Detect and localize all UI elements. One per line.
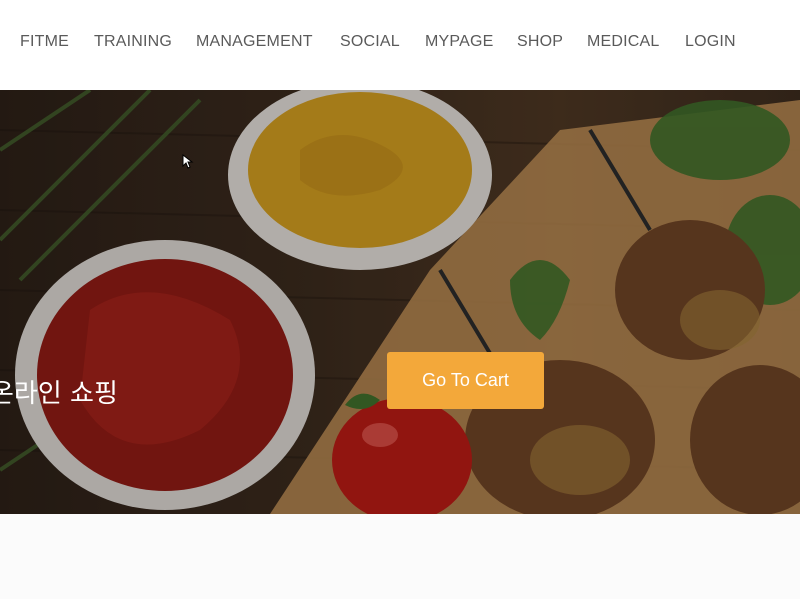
- nav-item-login[interactable]: LOGIN: [685, 33, 736, 51]
- hero-title: 온라인 쇼핑: [0, 379, 118, 409]
- nav-item-social[interactable]: SOCIAL: [340, 33, 400, 51]
- nav-item-fitme[interactable]: FITME: [20, 33, 69, 51]
- nav-item-mypage[interactable]: MYPAGE: [425, 33, 493, 51]
- content-area: [0, 514, 800, 599]
- nav-item-management[interactable]: MANAGEMENT: [196, 33, 313, 51]
- hero-banner: 온라인 쇼핑 Go To Cart: [0, 90, 800, 514]
- go-to-cart-button[interactable]: Go To Cart: [387, 352, 544, 409]
- nav-item-medical[interactable]: MEDICAL: [587, 33, 660, 51]
- food-banner-image: [0, 90, 800, 514]
- top-navigation: FITME TRAINING MANAGEMENT SOCIAL MYPAGE …: [0, 0, 800, 90]
- nav-item-shop[interactable]: SHOP: [517, 33, 563, 51]
- mouse-pointer-icon: [182, 154, 194, 169]
- nav-item-training[interactable]: TRAINING: [94, 33, 172, 51]
